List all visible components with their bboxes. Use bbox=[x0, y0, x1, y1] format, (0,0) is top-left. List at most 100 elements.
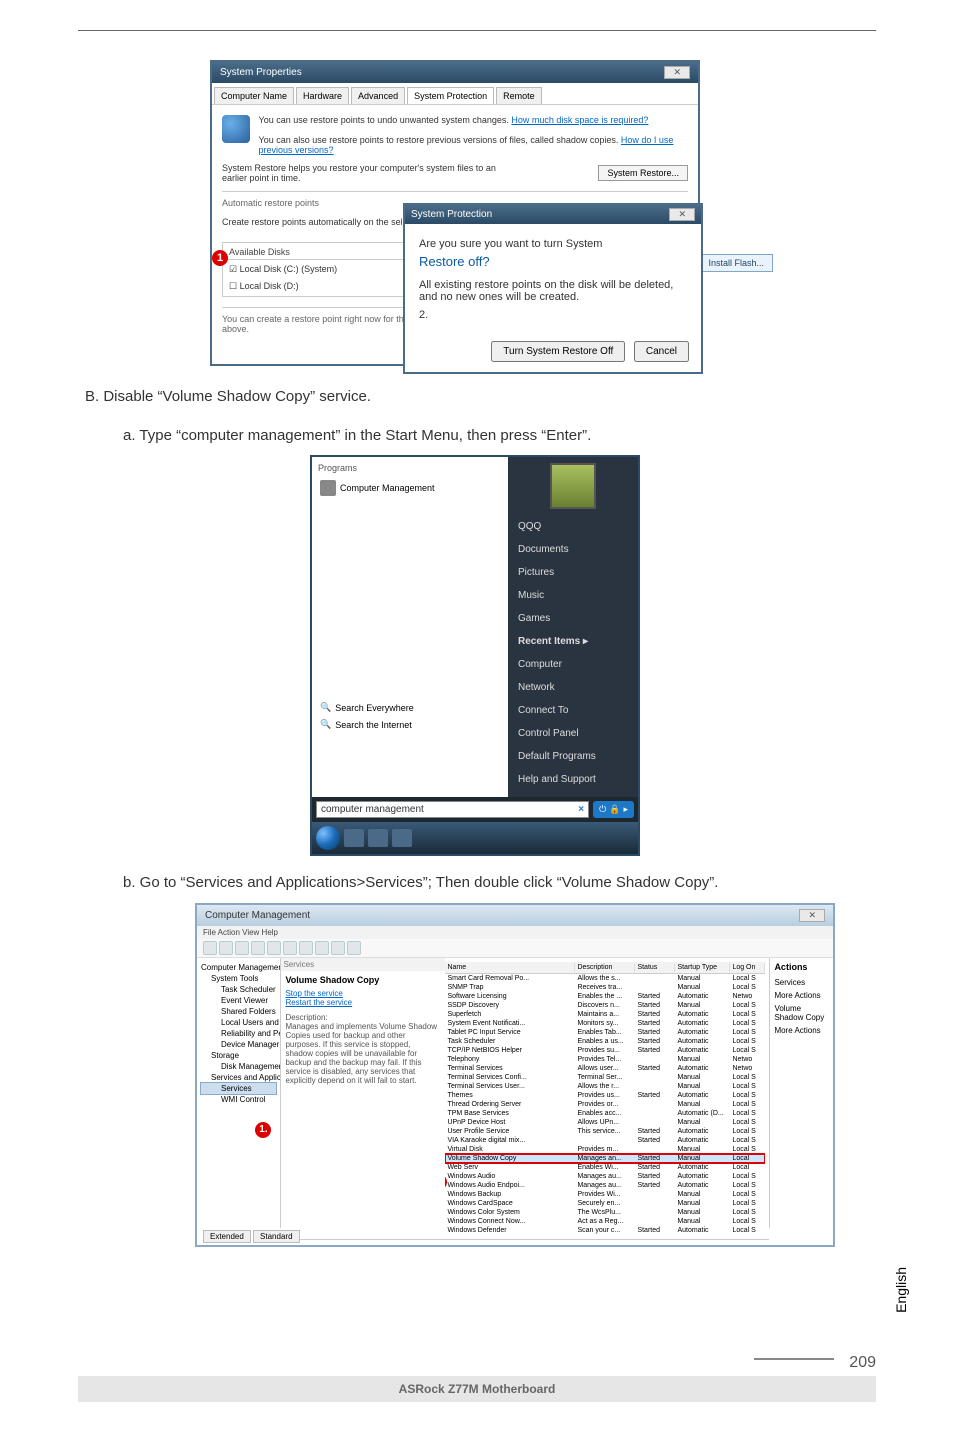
taskbar-icon[interactable] bbox=[368, 829, 388, 847]
service-row[interactable]: Windows Connect Now...Act as a Reg...Man… bbox=[445, 1217, 765, 1226]
system-restore-button[interactable]: System Restore... bbox=[598, 165, 688, 181]
sm-item-help-and-support[interactable]: Help and Support bbox=[514, 768, 632, 791]
stop-link[interactable]: Stop the service bbox=[285, 989, 439, 998]
tree-item[interactable]: Storage bbox=[201, 1050, 276, 1061]
turn-off-button[interactable]: Turn System Restore Off bbox=[491, 341, 625, 362]
tree-item[interactable]: Reliability and Performa bbox=[201, 1028, 276, 1039]
tab-system-protection[interactable]: System Protection bbox=[407, 87, 494, 104]
toolbar-icon[interactable] bbox=[267, 941, 281, 955]
service-row[interactable]: Smart Card Removal Po...Allows the s...M… bbox=[445, 974, 765, 983]
action-item[interactable]: Volume Shadow Copy bbox=[774, 1002, 829, 1024]
tree-item[interactable]: Task Scheduler bbox=[201, 984, 276, 995]
tab-hardware[interactable]: Hardware bbox=[296, 87, 349, 104]
service-row[interactable]: User Profile ServiceThis service...Start… bbox=[445, 1127, 765, 1136]
cancel-button[interactable]: Cancel bbox=[634, 341, 689, 362]
service-row[interactable]: Task SchedulerEnables a us...StartedAuto… bbox=[445, 1037, 765, 1046]
service-row[interactable]: Virtual DiskProvides m...ManualLocal S bbox=[445, 1145, 765, 1154]
window-titlebar: System Properties ✕ bbox=[212, 62, 698, 83]
service-row[interactable]: Volume Shadow CopyManages an...StartedMa… bbox=[445, 1154, 765, 1163]
service-row[interactable]: Windows AudioManages au...StartedAutomat… bbox=[445, 1172, 765, 1181]
service-row[interactable]: Terminal ServicesAllows user...StartedAu… bbox=[445, 1064, 765, 1073]
tree-item[interactable]: Services bbox=[201, 1083, 276, 1094]
tab-remote[interactable]: Remote bbox=[496, 87, 542, 104]
power-button[interactable]: ⏻ 🔒 ▸ bbox=[593, 801, 634, 818]
service-row[interactable]: SuperfetchMaintains a...StartedAutomatic… bbox=[445, 1010, 765, 1019]
sm-item-connect-to[interactable]: Connect To bbox=[514, 699, 632, 722]
sm-item-computer[interactable]: Computer bbox=[514, 653, 632, 676]
taskbar-icon[interactable] bbox=[344, 829, 364, 847]
service-row[interactable]: Windows BackupProvides Wi...ManualLocal … bbox=[445, 1190, 765, 1199]
toolbar-icon[interactable] bbox=[315, 941, 329, 955]
sp-link1[interactable]: How much disk space is required? bbox=[511, 115, 648, 125]
sm-qqq[interactable]: QQQ bbox=[514, 515, 632, 538]
toolbar-icon[interactable] bbox=[299, 941, 313, 955]
sm-item-default-programs[interactable]: Default Programs bbox=[514, 745, 632, 768]
service-row[interactable]: VIA Karaoke digital mix...StartedAutomat… bbox=[445, 1136, 765, 1145]
search-internet[interactable]: 🔍 Search the Internet bbox=[318, 716, 502, 733]
cm-toolbar bbox=[197, 939, 833, 958]
sm-item-recent-items[interactable]: Recent Items ▸ bbox=[514, 630, 632, 653]
clear-icon[interactable]: × bbox=[578, 804, 584, 815]
sm-item-music[interactable]: Music bbox=[514, 584, 632, 607]
sm-item-network[interactable]: Network bbox=[514, 676, 632, 699]
toolbar-icon[interactable] bbox=[203, 941, 217, 955]
install-flash-button[interactable]: Install Flash... bbox=[699, 254, 773, 272]
tab-computer-name[interactable]: Computer Name bbox=[214, 87, 294, 104]
toolbar-icon[interactable] bbox=[347, 941, 361, 955]
close-icon[interactable]: ✕ bbox=[799, 909, 825, 922]
search-input[interactable]: computer management × bbox=[316, 801, 589, 818]
tree-root[interactable]: Computer Management (Local) bbox=[201, 962, 276, 973]
service-row[interactable]: Software LicensingEnables the ...Started… bbox=[445, 992, 765, 1001]
tree-item[interactable]: System Tools bbox=[201, 973, 276, 984]
restart-link[interactable]: Restart the service bbox=[285, 998, 439, 1007]
service-row[interactable]: Windows Color SystemThe WcsPlu...ManualL… bbox=[445, 1208, 765, 1217]
program-item[interactable]: Computer Management bbox=[318, 477, 502, 499]
tab-advanced[interactable]: Advanced bbox=[351, 87, 405, 104]
service-row[interactable]: TCP/IP NetBIOS HelperProvides su...Start… bbox=[445, 1046, 765, 1055]
toolbar-icon[interactable] bbox=[331, 941, 345, 955]
tree-item[interactable]: Services and Applications bbox=[201, 1072, 276, 1083]
start-orb-icon[interactable] bbox=[316, 826, 340, 850]
service-row[interactable]: Terminal Services Confi...Terminal Ser..… bbox=[445, 1073, 765, 1082]
sm-item-documents[interactable]: Documents bbox=[514, 538, 632, 561]
tree-item[interactable]: Local Users and Groups bbox=[201, 1017, 276, 1028]
toolbar-icon[interactable] bbox=[283, 941, 297, 955]
search-icon: 🔍 bbox=[320, 702, 331, 713]
service-row[interactable]: System Event Notificati...Monitors sy...… bbox=[445, 1019, 765, 1028]
service-row[interactable]: TPM Base ServicesEnables acc...Automatic… bbox=[445, 1109, 765, 1118]
service-description: Manages and implements Volume Shadow Cop… bbox=[285, 1022, 437, 1085]
tree-item[interactable]: Device Manager bbox=[201, 1039, 276, 1050]
service-row[interactable]: Windows Audio Endpoi...Manages au...Star… bbox=[445, 1181, 765, 1190]
close-icon[interactable]: ✕ bbox=[669, 208, 695, 221]
cm-menubar[interactable]: File Action View Help bbox=[197, 926, 833, 939]
tree-item[interactable]: Shared Folders bbox=[201, 1006, 276, 1017]
service-row[interactable]: SNMP TrapReceives tra...ManualLocal S bbox=[445, 983, 765, 992]
toolbar-icon[interactable] bbox=[235, 941, 249, 955]
service-row[interactable]: Thread Ordering ServerProvides or...Manu… bbox=[445, 1100, 765, 1109]
service-row[interactable]: Tablet PC Input ServiceEnables Tab...Sta… bbox=[445, 1028, 765, 1037]
action-item[interactable]: More Actions bbox=[774, 989, 829, 1002]
user-picture[interactable] bbox=[550, 463, 596, 509]
service-row[interactable]: TelephonyProvides Tel...ManualNetwo bbox=[445, 1055, 765, 1064]
service-row[interactable]: Windows CardSpaceSecurely en...ManualLoc… bbox=[445, 1199, 765, 1208]
toolbar-icon[interactable] bbox=[219, 941, 233, 955]
tree-item[interactable]: WMI Control bbox=[201, 1094, 276, 1105]
tree-item[interactable]: Event Viewer bbox=[201, 995, 276, 1006]
sm-item-games[interactable]: Games bbox=[514, 607, 632, 630]
search-everywhere[interactable]: 🔍 Search Everywhere bbox=[318, 699, 502, 716]
close-icon[interactable]: ✕ bbox=[664, 66, 690, 79]
sm-item-control-panel[interactable]: Control Panel bbox=[514, 722, 632, 745]
tree-item[interactable]: Disk Management bbox=[201, 1061, 276, 1072]
service-row[interactable]: Windows DefenderScan your c...StartedAut… bbox=[445, 1226, 765, 1235]
sm-item-pictures[interactable]: Pictures bbox=[514, 561, 632, 584]
action-item[interactable]: Services bbox=[774, 976, 829, 989]
service-row[interactable]: Web ServEnables Wi...StartedAutomaticLoc… bbox=[445, 1163, 765, 1172]
toolbar-icon[interactable] bbox=[251, 941, 265, 955]
service-row[interactable]: UPnP Device HostAllows UPn...ManualLocal… bbox=[445, 1118, 765, 1127]
taskbar-icon[interactable] bbox=[392, 829, 412, 847]
service-row[interactable]: Terminal Services User...Allows the r...… bbox=[445, 1082, 765, 1091]
service-row[interactable]: ThemesProvides us...StartedAutomaticLoca… bbox=[445, 1091, 765, 1100]
service-row[interactable]: SSDP DiscoveryDiscovers n...StartedManua… bbox=[445, 1001, 765, 1010]
tab-extended[interactable]: Extended bbox=[203, 1230, 251, 1243]
action-item[interactable]: More Actions bbox=[774, 1024, 829, 1037]
